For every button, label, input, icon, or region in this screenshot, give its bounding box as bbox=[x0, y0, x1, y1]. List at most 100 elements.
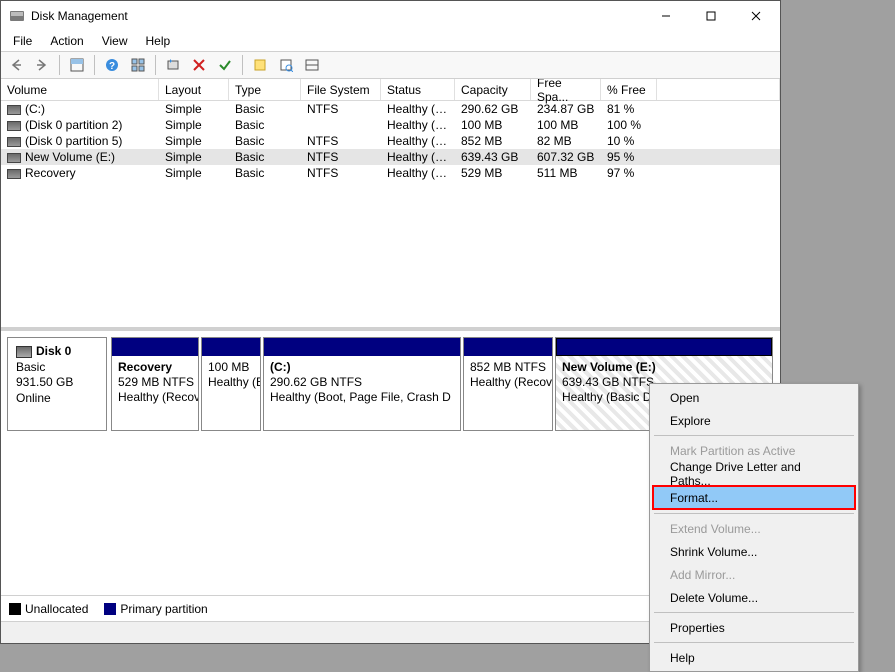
cell: Simple bbox=[159, 150, 229, 164]
titlebar: Disk Management bbox=[1, 1, 780, 31]
column-header[interactable]: File System bbox=[301, 79, 381, 100]
menu-action[interactable]: Action bbox=[42, 32, 91, 50]
settings-grid-icon[interactable] bbox=[127, 54, 149, 76]
cell: 639.43 GB bbox=[455, 150, 531, 164]
disk-status: Online bbox=[16, 391, 98, 407]
partition-colorbar bbox=[264, 338, 460, 356]
column-header[interactable]: Free Spa... bbox=[531, 79, 601, 100]
context-explore[interactable]: Explore bbox=[652, 409, 856, 432]
properties-icon[interactable] bbox=[275, 54, 297, 76]
toolbar: ? bbox=[1, 51, 780, 79]
menu-view[interactable]: View bbox=[94, 32, 136, 50]
partition-body: Recovery529 MB NTFSHealthy (Recov bbox=[112, 356, 198, 430]
window-title: Disk Management bbox=[31, 9, 643, 23]
forward-button[interactable] bbox=[31, 54, 53, 76]
partition-box[interactable]: Recovery529 MB NTFSHealthy (Recov bbox=[111, 337, 199, 431]
context-menu: OpenExploreMark Partition as ActiveChang… bbox=[649, 383, 859, 672]
legend-primary: Primary partition bbox=[104, 602, 207, 616]
cell: Basic bbox=[229, 102, 301, 116]
partition-colorbar bbox=[556, 338, 772, 356]
context-open[interactable]: Open bbox=[652, 386, 856, 409]
view-icon[interactable] bbox=[301, 54, 323, 76]
volume-icon bbox=[7, 121, 21, 131]
context-add-mirror: Add Mirror... bbox=[652, 563, 856, 586]
cell: 290.62 GB bbox=[455, 102, 531, 116]
volume-icon bbox=[7, 169, 21, 179]
partition-colorbar bbox=[202, 338, 260, 356]
cell: 852 MB bbox=[455, 134, 531, 148]
partition-colorbar bbox=[112, 338, 198, 356]
app-icon bbox=[9, 8, 25, 24]
context-separator bbox=[654, 642, 854, 643]
column-header[interactable]: Status bbox=[381, 79, 455, 100]
cell: 82 MB bbox=[531, 134, 601, 148]
cell: 100 MB bbox=[531, 118, 601, 132]
cell: 234.87 GB bbox=[531, 102, 601, 116]
partition-box[interactable]: 100 MBHealthy (E bbox=[201, 337, 261, 431]
partition-box[interactable]: (C:)290.62 GB NTFSHealthy (Boot, Page Fi… bbox=[263, 337, 461, 431]
cell: Healthy (B... bbox=[381, 150, 455, 164]
context-format[interactable]: Format... bbox=[652, 485, 856, 510]
cell: Healthy (R... bbox=[381, 166, 455, 180]
volume-row[interactable]: (C:)SimpleBasicNTFSHealthy (B...290.62 G… bbox=[1, 101, 780, 117]
context-separator bbox=[654, 435, 854, 436]
volume-icon bbox=[7, 153, 21, 163]
context-separator bbox=[654, 612, 854, 613]
cell: 511 MB bbox=[531, 166, 601, 180]
context-delete-volume[interactable]: Delete Volume... bbox=[652, 586, 856, 609]
column-header[interactable]: Layout bbox=[159, 79, 229, 100]
volume-list-header: VolumeLayoutTypeFile SystemStatusCapacit… bbox=[1, 79, 780, 101]
partition-box[interactable]: 852 MB NTFSHealthy (Recove bbox=[463, 337, 553, 431]
context-shrink-volume[interactable]: Shrink Volume... bbox=[652, 540, 856, 563]
check-icon[interactable] bbox=[214, 54, 236, 76]
partition-body: 852 MB NTFSHealthy (Recove bbox=[464, 356, 552, 430]
column-header[interactable]: Type bbox=[229, 79, 301, 100]
volume-list-body[interactable]: (C:)SimpleBasicNTFSHealthy (B...290.62 G… bbox=[1, 101, 780, 181]
partition-body: (C:)290.62 GB NTFSHealthy (Boot, Page Fi… bbox=[264, 356, 460, 430]
svg-text:?: ? bbox=[109, 61, 115, 72]
cell: Simple bbox=[159, 134, 229, 148]
cell: Simple bbox=[159, 118, 229, 132]
cell: 529 MB bbox=[455, 166, 531, 180]
volume-list-pane: VolumeLayoutTypeFile SystemStatusCapacit… bbox=[1, 79, 780, 331]
disk-info-box[interactable]: Disk 0 Basic 931.50 GB Online bbox=[7, 337, 107, 431]
refresh-icon[interactable] bbox=[162, 54, 184, 76]
cell: Basic bbox=[229, 134, 301, 148]
volume-row[interactable]: New Volume (E:)SimpleBasicNTFSHealthy (B… bbox=[1, 149, 780, 165]
volume-row[interactable]: (Disk 0 partition 5)SimpleBasicNTFSHealt… bbox=[1, 133, 780, 149]
partition-colorbar bbox=[464, 338, 552, 356]
partition-body: 100 MBHealthy (E bbox=[202, 356, 260, 430]
maximize-button[interactable] bbox=[688, 2, 733, 30]
close-button[interactable] bbox=[733, 2, 778, 30]
disk-icon bbox=[16, 346, 32, 358]
delete-icon[interactable] bbox=[188, 54, 210, 76]
cell: 10 % bbox=[601, 134, 657, 148]
volume-row[interactable]: RecoverySimpleBasicNTFSHealthy (R...529 … bbox=[1, 165, 780, 181]
volume-row[interactable]: (Disk 0 partition 2)SimpleBasicHealthy (… bbox=[1, 117, 780, 133]
menu-file[interactable]: File bbox=[5, 32, 40, 50]
disk-type: Basic bbox=[16, 360, 98, 376]
back-button[interactable] bbox=[5, 54, 27, 76]
cell: 607.32 GB bbox=[531, 150, 601, 164]
column-header[interactable]: Volume bbox=[1, 79, 159, 100]
minimize-button[interactable] bbox=[643, 2, 688, 30]
menu-help[interactable]: Help bbox=[138, 32, 179, 50]
cell: Healthy (B... bbox=[381, 102, 455, 116]
context-separator bbox=[654, 513, 854, 514]
column-header[interactable]: Capacity bbox=[455, 79, 531, 100]
context-properties[interactable]: Properties bbox=[652, 616, 856, 639]
context-help[interactable]: Help bbox=[652, 646, 856, 669]
context-change-drive-letter-and-paths[interactable]: Change Drive Letter and Paths... bbox=[652, 462, 856, 485]
cell: NTFS bbox=[301, 102, 381, 116]
volume-icon bbox=[7, 137, 21, 147]
cell: Basic bbox=[229, 118, 301, 132]
legend-unallocated: Unallocated bbox=[9, 602, 88, 616]
cell: Basic bbox=[229, 150, 301, 164]
new-icon[interactable] bbox=[249, 54, 271, 76]
cell: NTFS bbox=[301, 134, 381, 148]
help-icon[interactable]: ? bbox=[101, 54, 123, 76]
cell: Simple bbox=[159, 102, 229, 116]
layout-icon[interactable] bbox=[66, 54, 88, 76]
cell: 81 % bbox=[601, 102, 657, 116]
column-header[interactable]: % Free bbox=[601, 79, 657, 100]
